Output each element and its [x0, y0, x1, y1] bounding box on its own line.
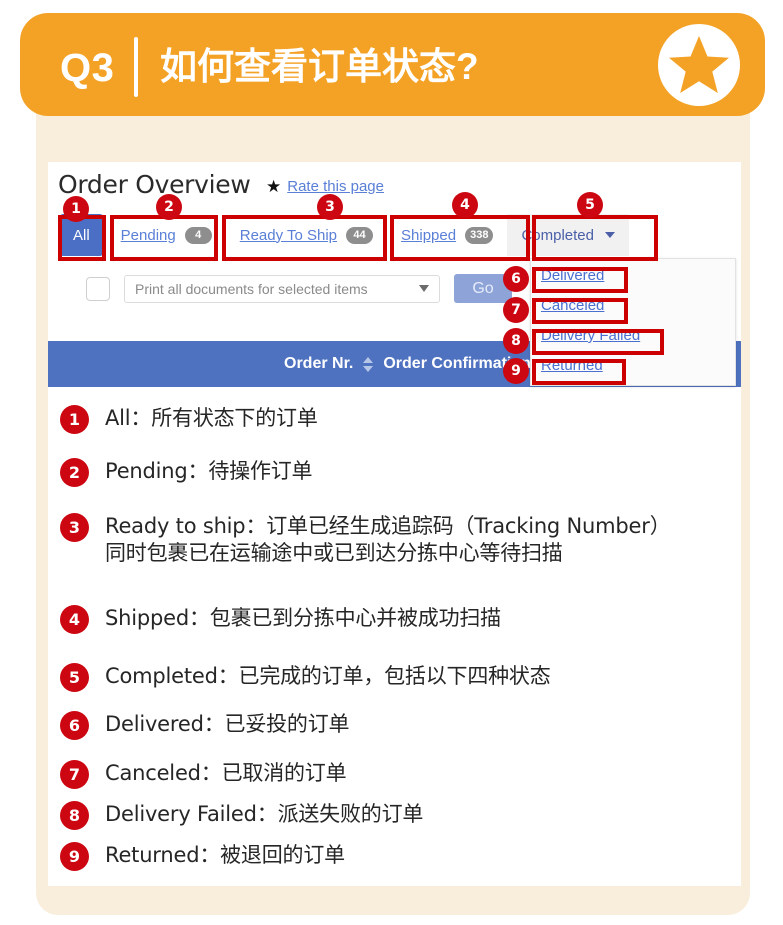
annotation-box-6	[532, 267, 628, 293]
star-badge-circle	[658, 24, 740, 106]
legend-badge: 6	[60, 711, 89, 740]
bulk-action-toolbar: Print all documents for selected items G…	[86, 274, 512, 303]
star-icon: ★	[266, 177, 282, 196]
annotation-box-5	[532, 215, 658, 261]
legend-item: 2 Pending：待操作订单	[60, 458, 313, 487]
legend-item: 4 Shipped：包裹已到分拣中心并被成功扫描	[60, 605, 501, 634]
question-number: Q3	[60, 46, 115, 90]
legend-text: Delivery Failed：派送失败的订单	[105, 802, 424, 826]
annotation-box-9	[532, 359, 626, 385]
annotation-marker-4: 4	[452, 192, 478, 218]
legend-item: 1 All：所有状态下的订单	[60, 405, 318, 434]
annotation-marker-1: 1	[63, 196, 89, 222]
sort-arrows-icon[interactable]	[363, 356, 374, 372]
page-title: Order Overview	[58, 170, 251, 199]
bulk-action-select[interactable]: Print all documents for selected items	[124, 274, 440, 303]
legend-badge: 4	[60, 605, 89, 634]
chevron-down-icon	[419, 285, 429, 292]
annotation-box-7	[532, 298, 628, 324]
annotation-marker-2: 2	[156, 194, 182, 220]
rate-link-label: Rate this page	[287, 178, 384, 195]
bulk-action-select-value: Print all documents for selected items	[135, 280, 368, 297]
legend-text: Delivered：已妥投的订单	[105, 712, 350, 736]
star-icon	[669, 36, 729, 93]
legend-text: Canceled：已取消的订单	[105, 761, 347, 785]
legend-text: Completed：已完成的订单，包括以下四种状态	[105, 664, 551, 688]
banner-divider	[134, 37, 138, 97]
question-title: 如何查看订单状态?	[160, 46, 479, 87]
legend-item: 3 Ready to ship：订单已经生成追踪码（Tracking Numbe…	[60, 513, 671, 567]
select-all-checkbox[interactable]	[86, 276, 110, 301]
annotation-box-8	[532, 329, 664, 355]
legend-text: Pending：待操作订单	[105, 459, 313, 483]
legend-text: Shipped：包裹已到分拣中心并被成功扫描	[105, 606, 501, 630]
legend-item: 8 Delivery Failed：派送失败的订单	[60, 801, 423, 830]
legend-badge: 9	[60, 842, 89, 871]
rate-this-page-link[interactable]: ★ Rate this page	[266, 178, 384, 195]
legend-item: 5 Completed：已完成的订单，包括以下四种状态	[60, 663, 551, 692]
annotation-box-2	[110, 215, 218, 261]
annotation-marker-3: 3	[317, 194, 343, 220]
annotation-marker-9: 9	[503, 358, 529, 384]
annotation-marker-5: 5	[577, 192, 603, 218]
annotation-box-3	[222, 215, 387, 261]
legend-badge: 2	[60, 458, 89, 487]
legend-text: Returned：被退回的订单	[105, 843, 345, 867]
legend-text: Ready to ship：订单已经生成追踪码（Tracking Number）…	[105, 514, 671, 565]
annotation-box-4	[390, 215, 530, 261]
annotation-box-1	[58, 215, 106, 261]
legend-badge: 8	[60, 801, 89, 830]
legend-item: 6 Delivered：已妥投的订单	[60, 711, 350, 740]
legend-badge: 1	[60, 405, 89, 434]
question-banner: Q3 如何查看订单状态?	[20, 13, 765, 116]
legend-badge: 5	[60, 663, 89, 692]
legend-item: 9 Returned：被退回的订单	[60, 842, 345, 871]
annotation-marker-6: 6	[503, 266, 529, 292]
column-header-order-nr[interactable]: Order Nr.	[284, 355, 353, 373]
legend-item: 7 Canceled：已取消的订单	[60, 760, 347, 789]
legend-badge: 7	[60, 760, 89, 789]
annotation-marker-8: 8	[503, 328, 529, 354]
legend-badge: 3	[60, 513, 89, 542]
annotation-marker-7: 7	[503, 297, 529, 323]
legend-text: All：所有状态下的订单	[105, 406, 318, 430]
